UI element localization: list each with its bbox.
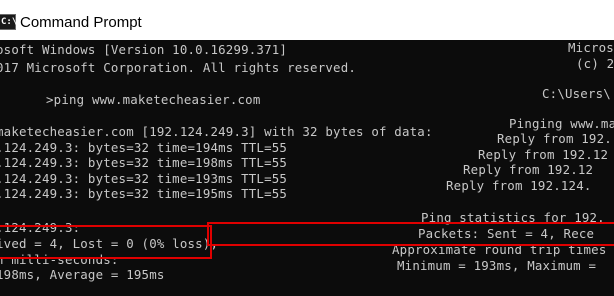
console-line: Reply from 192.124. [446,178,592,193]
console-line: Micros [568,40,614,55]
console-line: >ping www.maketecheasier.com [46,92,261,107]
packets-highlight-box [207,222,614,246]
loss-highlight-box [0,225,212,259]
console-line: Reply from 192.12 [463,162,594,177]
console-line: maketecheasier.com [192.124.249.3] with … [0,124,433,139]
window-title: Command Prompt [20,14,142,31]
console-output[interactable]: osoft Windows [Version 10.0.16299.371] 0… [0,40,614,296]
console-line: 017 Microsoft Corporation. All rights re… [0,60,357,75]
console-line: Reply from 192.12 [478,147,609,162]
console-line: (c) 2 [576,56,614,71]
console-line: Minimum = 193ms, Maximum = [397,258,597,273]
command-prompt-icon: C:\ [0,14,17,30]
console-line: Pinging www.ma [509,116,614,131]
title-bar[interactable]: C:\ Command Prompt [0,0,614,40]
command-prompt-window: C:\ Command Prompt osoft Windows [Versio… [0,0,614,296]
console-line: 198ms, Average = 195ms [0,267,165,282]
console-line: .124.249.3: bytes=32 time=195ms TTL=55 [0,186,288,201]
console-line: .124.249.3: bytes=32 time=193ms TTL=55 [0,171,288,186]
console-line: C:\Users\ [542,86,611,101]
console-line: osoft Windows [Version 10.0.16299.371] [0,42,288,57]
console-line: .124.249.3: bytes=32 time=198ms TTL=55 [0,155,288,170]
console-line: .124.249.3: bytes=32 time=194ms TTL=55 [0,140,288,155]
console-line: Reply from 192. [497,131,612,146]
